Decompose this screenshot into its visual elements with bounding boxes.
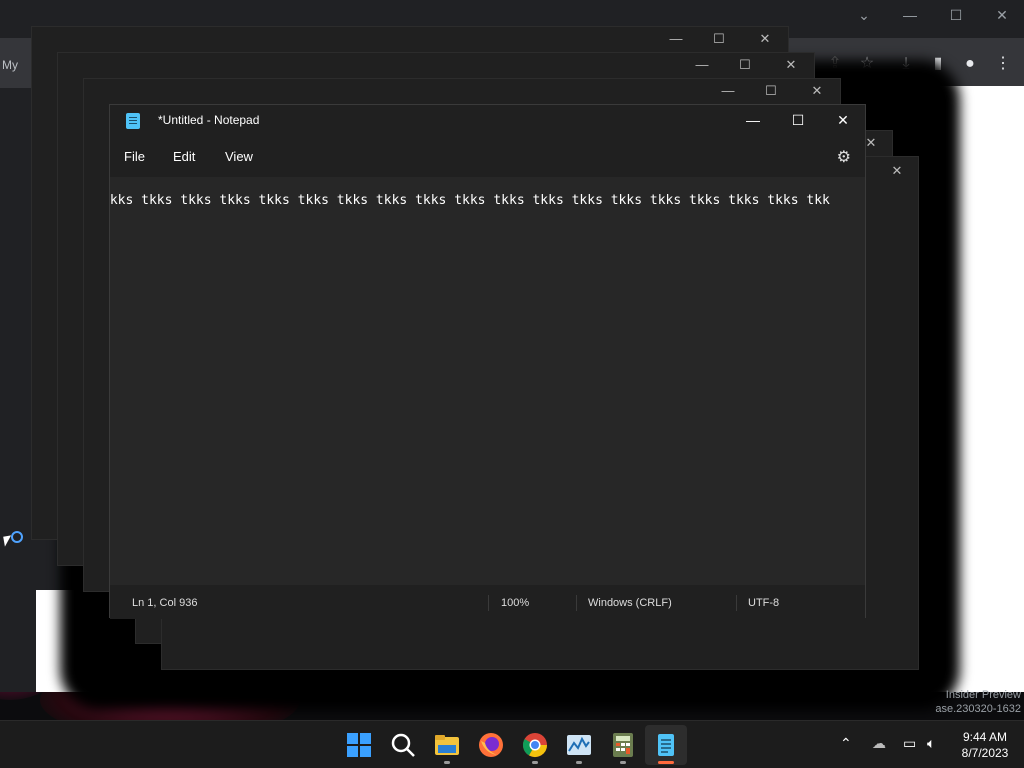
editor-content[interactable]: tkks tkks tkks tkks tkks tkks tkks tkks … xyxy=(110,193,830,208)
maximize-button[interactable]: ☐ xyxy=(775,105,821,137)
more-icon[interactable]: ⋮ xyxy=(990,52,1016,76)
menu-bar: File Edit View ⚙ xyxy=(110,137,865,177)
volume-icon[interactable]: 🔈︎ xyxy=(927,735,935,752)
chevron-up-icon[interactable]: ⌃ xyxy=(840,735,852,752)
maximize-icon: ☐ xyxy=(765,83,777,98)
encoding: UTF-8 xyxy=(748,597,780,609)
running-indicator xyxy=(620,761,626,764)
notepad-window[interactable]: *Untitled - Notepad — ☐ ✕ File Edit View… xyxy=(109,104,866,619)
clock-time: 9:44 AM xyxy=(962,730,1008,744)
minimize-icon[interactable]: — xyxy=(897,4,923,26)
minimize-button[interactable]: — xyxy=(730,105,776,137)
notepad-icon xyxy=(126,113,140,129)
close-button[interactable]: ✕ xyxy=(820,105,866,137)
notepad-titlebar[interactable]: *Untitled - Notepad — ☐ ✕ xyxy=(110,105,865,137)
search-icon[interactable] xyxy=(389,731,417,759)
window-title: *Untitled - Notepad xyxy=(158,113,260,127)
notepad-icon[interactable] xyxy=(652,731,680,759)
watermark-line: Insider Preview xyxy=(945,689,1021,701)
task-manager-icon[interactable] xyxy=(565,731,593,759)
calculator-icon[interactable] xyxy=(609,731,637,759)
active-indicator xyxy=(658,761,674,764)
status-divider xyxy=(576,595,577,611)
browser-sidebar-label: My xyxy=(2,58,18,72)
busy-spinner-icon xyxy=(11,531,23,543)
firefox-icon[interactable] xyxy=(477,731,505,759)
menu-edit[interactable]: Edit xyxy=(173,149,195,164)
close-icon: ✕ xyxy=(759,31,771,46)
close-icon: ✕ xyxy=(891,163,903,178)
onedrive-icon[interactable]: ☁ xyxy=(872,735,886,752)
zoom-level: 100% xyxy=(501,597,530,609)
start-icon[interactable] xyxy=(345,731,373,759)
minimize-icon: — xyxy=(721,83,735,98)
line-ending: Windows (CRLF) xyxy=(588,597,672,609)
menu-file[interactable]: File xyxy=(124,149,145,164)
close-icon: ✕ xyxy=(811,83,823,98)
watermark-line: ase.230320-1632 xyxy=(935,703,1021,715)
close-icon[interactable]: ✕ xyxy=(989,4,1015,26)
status-bar: Ln 1, Col 936 100% Windows (CRLF) UTF-8 xyxy=(110,585,865,619)
chrome-icon[interactable] xyxy=(521,731,549,759)
settings-icon[interactable]: ⚙ xyxy=(837,147,851,167)
text-editor[interactable]: tkks tkks tkks tkks tkks tkks tkks tkks … xyxy=(110,177,865,585)
running-indicator xyxy=(532,761,538,764)
minimize-icon: — xyxy=(695,57,709,72)
minimize-icon: — xyxy=(669,31,683,46)
cursor-position: Ln 1, Col 936 xyxy=(132,597,198,609)
maximize-icon: ☐ xyxy=(739,57,751,72)
taskbar: ⌃ ☁ ▭ 🔈︎ 9:44 AM 8/7/2023 xyxy=(0,720,1024,768)
close-icon: ✕ xyxy=(785,57,797,72)
maximize-icon: ☐ xyxy=(713,31,725,46)
maximize-icon[interactable]: ☐ xyxy=(943,4,969,26)
clock-date: 8/7/2023 xyxy=(961,746,1009,760)
file-explorer-icon[interactable] xyxy=(433,731,461,759)
status-divider xyxy=(736,595,737,611)
running-indicator xyxy=(576,761,582,764)
running-indicator xyxy=(444,761,450,764)
status-divider xyxy=(488,595,489,611)
profile-icon[interactable]: ● xyxy=(957,52,983,76)
chevron-down-icon[interactable]: ⌄ xyxy=(851,4,877,26)
menu-view[interactable]: View xyxy=(225,149,253,164)
desktop-watermark: Insider Preview ase.230320-1632 xyxy=(905,688,1021,716)
network-icon[interactable]: ▭ xyxy=(903,735,916,752)
system-clock[interactable]: 9:44 AM 8/7/2023 xyxy=(950,729,1020,761)
